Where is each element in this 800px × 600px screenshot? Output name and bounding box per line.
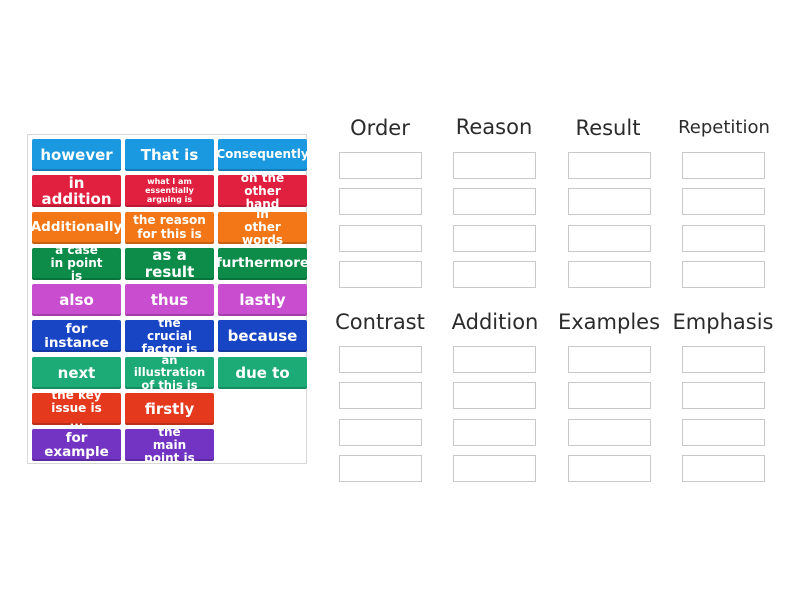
tile-empty-slot [218, 393, 307, 425]
category-examples: Examples [552, 309, 666, 335]
category-contrast: Contrast [323, 309, 437, 335]
drop-slot-addition[interactable] [453, 382, 536, 409]
tile-what-i-am-essentially-arguing-is[interactable]: what I am essentially arguing is [125, 175, 214, 208]
drop-slot-examples[interactable] [568, 346, 651, 373]
drop-slot-emphasis[interactable] [682, 455, 765, 482]
drop-slot-order[interactable] [339, 225, 422, 252]
tile-for-example[interactable]: for example [32, 429, 121, 462]
drop-slot-result[interactable] [568, 225, 651, 252]
category-title: Contrast [335, 310, 425, 334]
category-title: Result [575, 116, 641, 140]
drop-slot-addition[interactable] [453, 346, 536, 373]
tile-because[interactable]: because [218, 320, 307, 353]
tile-the-key-issue-is[interactable]: the key issue is ... [32, 393, 121, 426]
tile-firstly[interactable]: firstly [125, 393, 214, 426]
tile-thus[interactable]: thus [125, 284, 214, 317]
drop-slot-emphasis[interactable] [682, 346, 765, 373]
drop-slot-contrast[interactable] [339, 382, 422, 409]
tile-also[interactable]: also [32, 284, 121, 317]
category-addition: Addition [438, 309, 552, 335]
tile-that-is[interactable]: That is [125, 139, 214, 171]
tile-next[interactable]: next [32, 356, 121, 389]
category-title: Examples [557, 310, 661, 334]
drop-slot-examples[interactable] [568, 419, 651, 446]
tile-the-main-point-is[interactable]: the main point is [125, 429, 214, 462]
tile-the-reason-for-this-is[interactable]: the reason for this is [125, 211, 214, 244]
tile-on-the-other-hand[interactable]: on the other hand [218, 175, 307, 208]
drop-slot-order[interactable] [339, 261, 422, 288]
tile-lastly[interactable]: lastly [218, 284, 307, 317]
drop-slot-emphasis[interactable] [682, 419, 765, 446]
category-title: Reason [455, 115, 533, 139]
tile-in-addition[interactable]: in addition [32, 175, 121, 208]
drop-slot-result[interactable] [568, 261, 651, 288]
category-title: Emphasis [672, 310, 774, 334]
tile-an-illustration-of-this-is[interactable]: an illustration of this is [125, 356, 214, 389]
tile-additionally[interactable]: Additionally [32, 211, 121, 244]
drop-slot-contrast[interactable] [339, 419, 422, 446]
tile-the-crucial-factor-is[interactable]: the crucial factor is [125, 320, 214, 353]
category-order: Order [323, 115, 437, 141]
tile-due-to[interactable]: due to [218, 356, 307, 389]
tile-consequently[interactable]: Consequently [218, 139, 307, 171]
drop-slot-examples[interactable] [568, 382, 651, 409]
group-sort-activity: however That is Consequently in addition… [0, 0, 800, 600]
drop-slot-repetition[interactable] [682, 188, 765, 215]
tile-in-other-words[interactable]: in other words [218, 211, 307, 244]
tile-grid: however That is Consequently in addition… [32, 139, 307, 462]
drop-slot-reason[interactable] [453, 152, 536, 179]
drop-slot-contrast[interactable] [339, 346, 422, 373]
drop-slot-addition[interactable] [453, 419, 536, 446]
category-title: Addition [451, 310, 539, 334]
drop-slot-repetition[interactable] [682, 261, 765, 288]
drop-slot-order[interactable] [339, 152, 422, 179]
drop-slot-contrast[interactable] [339, 455, 422, 482]
drop-slot-repetition[interactable] [682, 225, 765, 252]
category-result: Result [551, 115, 665, 141]
tile-however[interactable]: however [32, 139, 121, 171]
tile-for-instance[interactable]: for instance [32, 320, 121, 353]
drop-slot-order[interactable] [339, 188, 422, 215]
drop-slot-reason[interactable] [453, 261, 536, 288]
category-emphasis: Emphasis [666, 309, 780, 335]
drop-slot-emphasis[interactable] [682, 382, 765, 409]
tile-bank: however That is Consequently in addition… [27, 134, 307, 464]
drop-slot-addition[interactable] [453, 455, 536, 482]
category-title: Repetition [678, 117, 770, 138]
drop-slot-result[interactable] [568, 188, 651, 215]
category-reason: Reason [437, 114, 551, 140]
tile-as-a-result[interactable]: as a result [125, 247, 214, 280]
tile-furthermore[interactable]: furthermore [218, 247, 307, 280]
category-title: Order [350, 116, 410, 140]
drop-slot-examples[interactable] [568, 455, 651, 482]
drop-slot-result[interactable] [568, 152, 651, 179]
drop-slot-repetition[interactable] [682, 152, 765, 179]
category-repetition: Repetition [667, 115, 781, 141]
drop-slot-reason[interactable] [453, 225, 536, 252]
drop-slot-reason[interactable] [453, 188, 536, 215]
tile-a-case-in-point-is[interactable]: a case in point is [32, 247, 121, 280]
